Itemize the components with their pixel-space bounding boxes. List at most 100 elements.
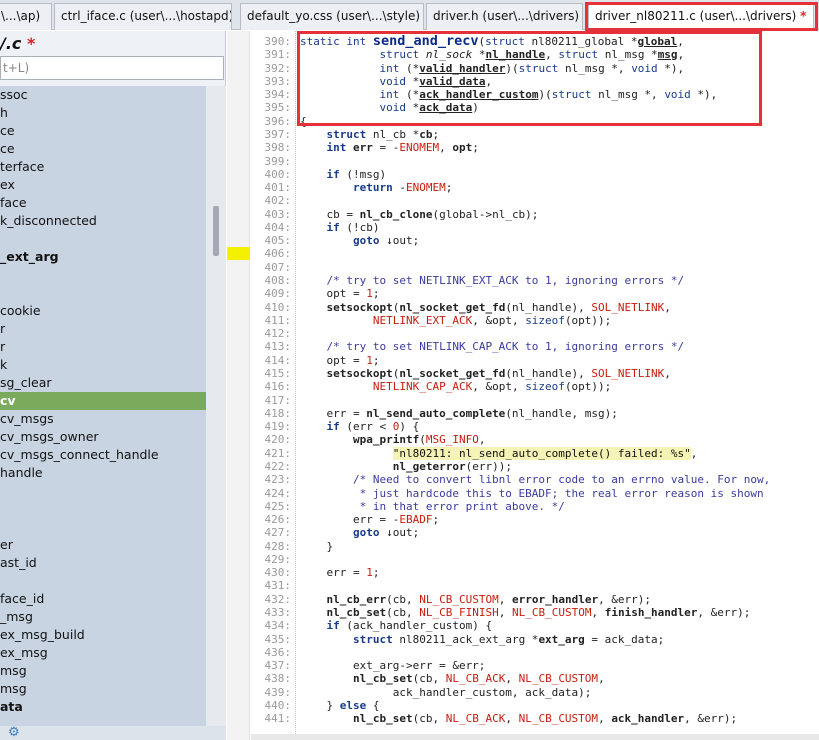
line-number: 414: [264, 354, 292, 367]
code-line[interactable]: int (*valid_handler)(struct nl_msg *, vo… [300, 62, 684, 75]
code-line[interactable]: goto ↓out; [300, 526, 419, 539]
code-line[interactable]: struct nl_cb *cb; [300, 128, 440, 141]
code-line[interactable]: if (!msg) [300, 168, 387, 181]
tab-driver-nl80211[interactable]: driver_nl80211.c (user\...\drivers) * ✕ [588, 3, 814, 31]
function-list-item[interactable]: ex_msg [0, 644, 206, 662]
function-list-item[interactable]: face [0, 194, 206, 212]
code-line[interactable]: return -ENOMEM; [300, 181, 452, 194]
bookmark-marker[interactable] [227, 247, 250, 260]
tab-ctrl-iface[interactable]: ctrl_iface.c (user\...\hostapd) [54, 3, 232, 30]
code-line[interactable]: "nl80211: nl_send_auto_complete() failed… [300, 447, 697, 460]
function-list-item[interactable]: h [0, 104, 206, 122]
code-line[interactable]: } else { [300, 699, 379, 712]
function-list-item[interactable]: msg [0, 680, 206, 698]
function-list-item[interactable]: sg_clear [0, 374, 206, 392]
function-list-item[interactable]: cv_msgs_owner [0, 428, 206, 446]
function-list-item[interactable] [0, 266, 206, 284]
function-list-item[interactable] [0, 572, 206, 590]
function-list-item[interactable]: ce [0, 122, 206, 140]
function-list-item[interactable]: cv_msgs [0, 410, 206, 428]
function-list-item[interactable]: ex [0, 176, 206, 194]
code-line[interactable]: setsockopt(nl_socket_get_fd(nl_handle), … [300, 367, 671, 380]
code-line[interactable]: void *valid_data, [300, 75, 492, 88]
code-line[interactable]: goto ↓out; [300, 234, 419, 247]
function-list-item[interactable] [0, 518, 206, 536]
function-list-item[interactable]: _ext_arg [0, 248, 206, 266]
code-line[interactable]: nl_cb_set(cb, NL_CB_FINISH, NL_CB_CUSTOM… [300, 606, 751, 619]
function-list-item[interactable]: cookie [0, 302, 206, 320]
code-line[interactable]: nl_cb_err(cb, NL_CB_CUSTOM, error_handle… [300, 593, 652, 606]
tab-bar: \...\ap) ctrl_iface.c (user\...\hostapd)… [0, 0, 819, 31]
code-line[interactable]: * in that error print above. */ [300, 500, 565, 513]
code-line[interactable]: ack_handler_custom, ack_data); [300, 686, 592, 699]
line-number: 420: [264, 433, 292, 446]
line-number: 421: [264, 447, 292, 460]
line-number: 413: [264, 340, 292, 353]
scrollbar-thumb[interactable] [213, 206, 219, 256]
code-line[interactable]: int (*ack_handler_custom)(struct nl_msg … [300, 88, 717, 101]
code-line[interactable]: opt = 1; [300, 354, 379, 367]
bookmark-margin[interactable] [227, 31, 250, 740]
function-list-item[interactable]: face_id [0, 590, 206, 608]
gear-icon[interactable]: ⚙ [8, 725, 20, 740]
code-line[interactable]: err = -EBADF; [300, 513, 439, 526]
function-list-item[interactable]: ast_id [0, 554, 206, 572]
filter-input[interactable]: t+L) [0, 56, 224, 80]
function-list-item[interactable]: handle [0, 464, 206, 482]
function-list-item[interactable] [0, 500, 206, 518]
code-line[interactable]: struct nl_sock *nl_handle, struct nl_msg… [300, 48, 684, 61]
code-line[interactable]: /* try to set NETLINK_EXT_ACK to 1, igno… [300, 274, 685, 287]
function-list-scrollbar[interactable] [206, 86, 226, 726]
code-line[interactable]: cb = nl_cb_clone(global->nl_cb); [300, 208, 538, 221]
function-list-item[interactable]: r [0, 320, 206, 338]
tab-default-yo-css[interactable]: default_yo.css (user\...\style) [240, 3, 424, 30]
function-list-item[interactable]: msg [0, 662, 206, 680]
code-line[interactable]: NETLINK_EXT_ACK, &opt, sizeof(opt)); [300, 314, 611, 327]
function-list-item[interactable]: ex_msg_build [0, 626, 206, 644]
horizontal-scrollbar[interactable] [251, 734, 819, 740]
function-list-item[interactable]: terface [0, 158, 206, 176]
tab-ap[interactable]: \...\ap) [0, 3, 52, 30]
fold-gutter [295, 31, 296, 740]
code-line[interactable]: nl_cb_set(cb, NL_CB_ACK, NL_CB_CUSTOM, a… [300, 712, 737, 725]
code-line[interactable]: int err = -ENOMEM, opt; [300, 141, 479, 154]
function-list-item[interactable]: ce [0, 140, 206, 158]
line-number: 427: [264, 526, 292, 539]
code-line[interactable]: struct nl80211_ack_ext_arg *ext_arg = ac… [300, 633, 664, 646]
code-line[interactable]: } [300, 540, 333, 553]
code-line[interactable]: static int send_and_recv(struct nl80211_… [300, 34, 684, 48]
code-line[interactable]: err = nl_send_auto_complete(nl_handle, m… [300, 407, 617, 420]
function-list-item[interactable] [0, 284, 206, 302]
code-line[interactable]: * just hardcode this to EBADF; the real … [300, 487, 764, 500]
function-list[interactable]: ssoc h ce ce terface ex face k_disconnected _ext… [0, 86, 206, 726]
code-line[interactable]: if (err < 0) { [300, 420, 420, 433]
code-line[interactable]: nl_cb_set(cb, NL_CB_ACK, NL_CB_CUSTOM, [300, 672, 605, 685]
function-list-item[interactable]: cv_msgs_connect_handle [0, 446, 206, 464]
code-line[interactable]: /* Need to convert libnl error code to a… [300, 473, 770, 486]
code-line[interactable]: /* try to set NETLINK_CAP_ACK to 1, igno… [300, 340, 685, 353]
function-list-item[interactable]: ata [0, 698, 206, 716]
code-line[interactable]: err = 1; [300, 566, 379, 579]
function-list-item[interactable] [0, 482, 206, 500]
function-list-item[interactable]: r [0, 338, 206, 356]
code-line[interactable]: wpa_printf(MSG_INFO, [300, 433, 485, 446]
code-line[interactable]: void *ack_data) [300, 101, 478, 114]
code-line[interactable]: opt = 1; [300, 287, 379, 300]
function-list-item[interactable]: cv [0, 392, 206, 410]
code-line[interactable]: ext_arg->err = &err; [300, 659, 485, 672]
tab-driver-h[interactable]: driver.h (user\...\drivers) [426, 3, 583, 30]
line-number: 428: [264, 540, 292, 553]
function-list-item[interactable]: _msg [0, 608, 206, 626]
code-line[interactable]: nl_geterror(err)); [300, 460, 512, 473]
function-list-item[interactable]: k [0, 356, 206, 374]
code-line[interactable]: { [300, 115, 307, 128]
function-list-item[interactable]: k_disconnected [0, 212, 206, 230]
function-list-item[interactable]: ssoc [0, 86, 206, 104]
code-line[interactable]: if (ack_handler_custom) { [300, 619, 493, 632]
code-editor[interactable]: 390: static int send_and_recv(struct nl80… [251, 31, 819, 740]
function-list-item[interactable]: er [0, 536, 206, 554]
code-line[interactable]: if (!cb) [300, 221, 380, 234]
code-line[interactable]: setsockopt(nl_socket_get_fd(nl_handle), … [300, 301, 671, 314]
code-line[interactable]: NETLINK_CAP_ACK, &opt, sizeof(opt)); [300, 380, 611, 393]
function-list-item[interactable] [0, 230, 206, 248]
